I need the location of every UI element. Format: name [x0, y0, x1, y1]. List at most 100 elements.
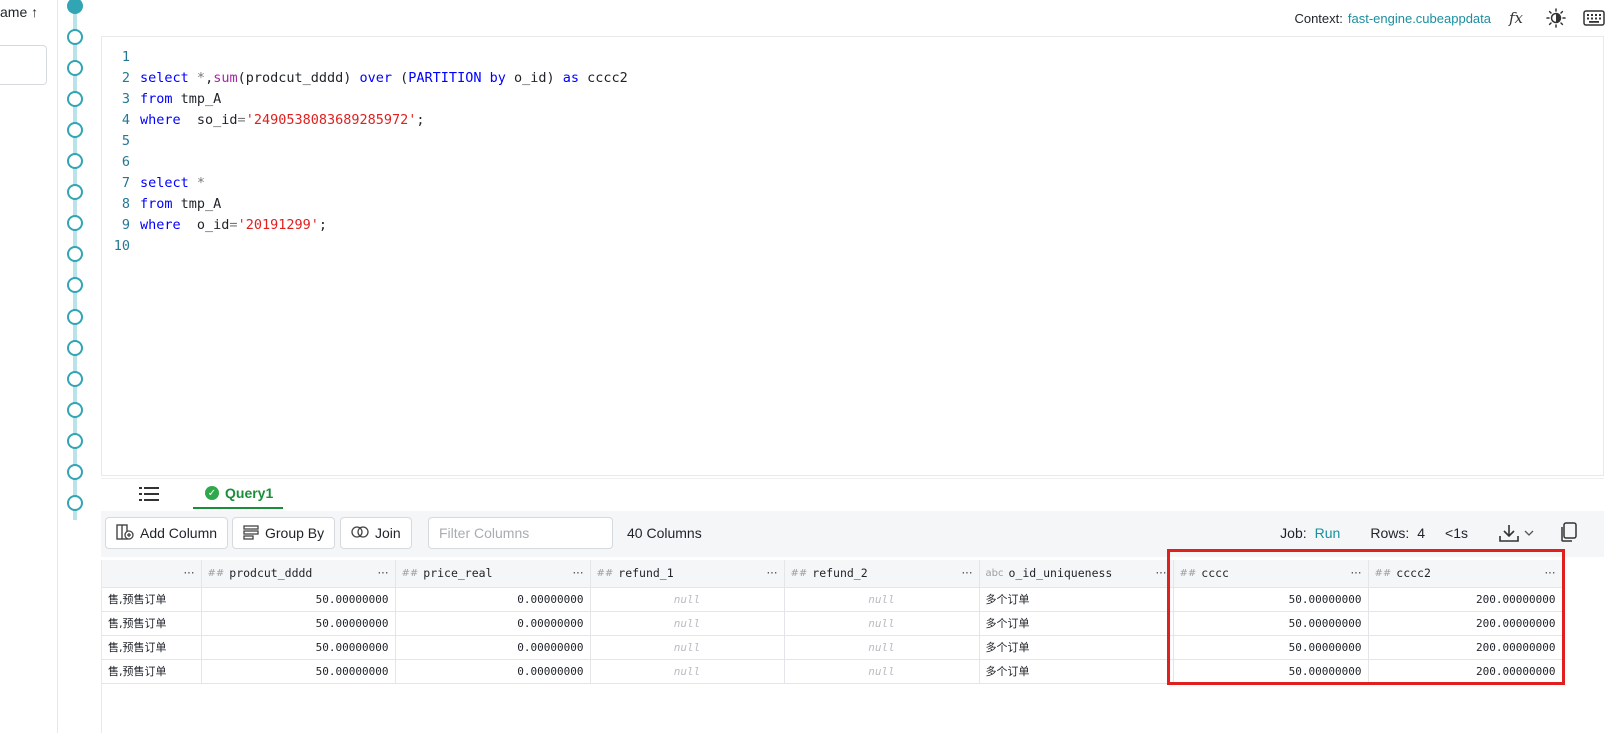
- history-node[interactable]: [67, 495, 83, 511]
- table-cell[interactable]: null: [784, 635, 980, 660]
- table-row[interactable]: 售,预售订单 50.00000000 0.00000000 null null 多个订单 5…: [102, 635, 1563, 660]
- line-text: from tmp_A: [140, 91, 222, 107]
- history-node[interactable]: [67, 215, 83, 231]
- history-node[interactable]: [67, 433, 83, 449]
- svg-text:fx: fx: [1508, 9, 1524, 27]
- line-text: from tmp_A: [140, 196, 222, 212]
- table-cell[interactable]: 0.00000000: [395, 635, 591, 660]
- table-cell[interactable]: 售,预售订单: [102, 587, 202, 612]
- code-area[interactable]: 1 2 select *,sum(prodcut_dddd) over (PART…: [102, 47, 628, 257]
- add-column-label: Add Column: [140, 525, 218, 541]
- column-menu-icon[interactable]: ···: [1545, 566, 1556, 580]
- column-menu-icon[interactable]: ···: [767, 566, 778, 580]
- column-menu-icon[interactable]: ···: [184, 566, 195, 580]
- sort-label[interactable]: ame ↑: [0, 4, 38, 20]
- column-header[interactable]: ···: [102, 560, 202, 588]
- group-by-icon: [243, 524, 259, 543]
- table-cell[interactable]: 售,预售订单: [102, 659, 202, 684]
- table-cell[interactable]: 售,预售订单: [102, 611, 202, 636]
- column-header[interactable]: ## price_real ···: [395, 560, 591, 588]
- history-node[interactable]: [67, 340, 83, 356]
- table-cell[interactable]: 0.00000000: [395, 611, 591, 636]
- table-cell[interactable]: null: [590, 659, 785, 684]
- table-cell[interactable]: 200.00000000: [1368, 611, 1563, 636]
- history-node[interactable]: [67, 371, 83, 387]
- table-cell[interactable]: null: [784, 611, 980, 636]
- join-button[interactable]: Join: [340, 517, 412, 549]
- column-menu-icon[interactable]: ···: [378, 566, 389, 580]
- table-cell[interactable]: 多个订单: [979, 587, 1174, 612]
- group-by-button[interactable]: Group By: [232, 517, 336, 549]
- code-line: 1: [102, 47, 628, 68]
- table-row[interactable]: 售,预售订单 50.00000000 0.00000000 null null 多个订单 5…: [102, 587, 1563, 612]
- history-node[interactable]: [67, 29, 83, 45]
- table-cell[interactable]: 50.00000000: [1173, 587, 1369, 612]
- column-header[interactable]: ## refund_2 ···: [784, 560, 980, 588]
- column-count: 40 Columns: [627, 525, 702, 541]
- history-node[interactable]: [67, 246, 83, 262]
- theme-toggle-icon[interactable]: [1545, 7, 1567, 29]
- history-node[interactable]: [67, 60, 83, 76]
- column-menu-icon[interactable]: ···: [1351, 566, 1362, 580]
- line-number: 4: [121, 112, 130, 128]
- table-cell[interactable]: 0.00000000: [395, 587, 591, 612]
- rows-value: 4: [1417, 525, 1426, 541]
- sql-editor[interactable]: 1 2 select *,sum(prodcut_dddd) over (PART…: [101, 36, 1604, 476]
- table-cell[interactable]: 200.00000000: [1368, 635, 1563, 660]
- context-value[interactable]: fast-engine.cubeappdata: [1348, 11, 1491, 26]
- history-node[interactable]: [67, 0, 83, 14]
- keyboard-icon[interactable]: [1583, 7, 1605, 29]
- history-node[interactable]: [67, 91, 83, 107]
- job-run-link[interactable]: Run: [1315, 525, 1341, 541]
- history-node[interactable]: [67, 309, 83, 325]
- column-header[interactable]: ## cccc ···: [1173, 560, 1369, 588]
- column-header[interactable]: ## refund_1 ···: [590, 560, 785, 588]
- table-cell[interactable]: 多个订单: [979, 659, 1174, 684]
- list-icon[interactable]: [139, 485, 159, 503]
- left-input-box[interactable]: [0, 45, 47, 85]
- table-cell[interactable]: 200.00000000: [1368, 659, 1563, 684]
- table-cell[interactable]: 200.00000000: [1368, 587, 1563, 612]
- column-header[interactable]: abc o_id_uniqueness ···: [979, 560, 1174, 588]
- results-table: ··· ## prodcut_dddd ··· ## price_real ··· ## ref…: [101, 560, 1604, 733]
- table-cell[interactable]: 50.00000000: [201, 587, 396, 612]
- filter-columns-input[interactable]: [428, 517, 613, 549]
- table-row[interactable]: 售,预售订单 50.00000000 0.00000000 null null 多个订单 5…: [102, 659, 1563, 684]
- column-name: cccc: [1201, 566, 1229, 581]
- history-node[interactable]: [67, 464, 83, 480]
- table-cell[interactable]: null: [590, 635, 785, 660]
- column-menu-icon[interactable]: ···: [573, 566, 584, 580]
- table-cell[interactable]: 0.00000000: [395, 659, 591, 684]
- column-menu-icon[interactable]: ···: [962, 566, 973, 580]
- column-header[interactable]: ## cccc2 ···: [1368, 560, 1563, 588]
- fx-icon[interactable]: fx: [1507, 7, 1529, 29]
- table-cell[interactable]: 50.00000000: [1173, 659, 1369, 684]
- table-cell[interactable]: null: [784, 659, 980, 684]
- tab-query1[interactable]: ✓ Query1: [193, 479, 283, 509]
- table-cell[interactable]: 50.00000000: [1173, 635, 1369, 660]
- table-cell[interactable]: 售,预售订单: [102, 635, 202, 660]
- table-cell[interactable]: 50.00000000: [1173, 611, 1369, 636]
- history-node[interactable]: [67, 153, 83, 169]
- copy-icon[interactable]: [1560, 521, 1578, 545]
- download-icon[interactable]: [1498, 523, 1534, 543]
- history-node[interactable]: [67, 277, 83, 293]
- table-cell[interactable]: 多个订单: [979, 611, 1174, 636]
- history-node[interactable]: [67, 184, 83, 200]
- table-cell[interactable]: 多个订单: [979, 635, 1174, 660]
- column-menu-icon[interactable]: ···: [1156, 566, 1167, 580]
- table-cell[interactable]: 50.00000000: [201, 611, 396, 636]
- table-cell[interactable]: 50.00000000: [201, 659, 396, 684]
- table-cell[interactable]: null: [590, 611, 785, 636]
- result-tabs: ✓ Query1: [101, 478, 1604, 509]
- table-cell[interactable]: 50.00000000: [201, 635, 396, 660]
- table-cell[interactable]: null: [590, 587, 785, 612]
- add-column-button[interactable]: Add Column: [105, 517, 229, 549]
- code-line: 7 select *: [102, 173, 628, 194]
- number-type-icon: ##: [207, 567, 225, 579]
- history-node[interactable]: [67, 402, 83, 418]
- column-header[interactable]: ## prodcut_dddd ···: [201, 560, 396, 588]
- table-row[interactable]: 售,预售订单 50.00000000 0.00000000 null null 多个订单 5…: [102, 611, 1563, 636]
- table-cell[interactable]: null: [784, 587, 980, 612]
- history-node[interactable]: [67, 122, 83, 138]
